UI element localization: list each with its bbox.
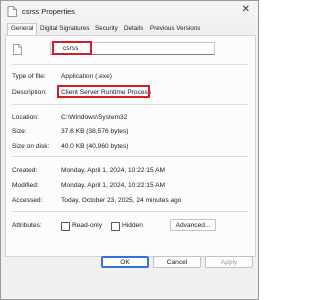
- tab-previous-versions[interactable]: Previous Versions: [150, 25, 200, 32]
- size-on-disk-label: Size on disk:: [12, 143, 50, 150]
- accessed-label: Accessed:: [12, 197, 43, 204]
- apply-button[interactable]: Apply: [205, 256, 253, 268]
- size-label: Size:: [12, 128, 27, 135]
- title-bar: csrss Properties ✕: [1, 1, 258, 23]
- highlight-box-description: [57, 85, 150, 98]
- tab-digital-signatures[interactable]: Digital Signatures: [40, 25, 89, 32]
- divider: [12, 104, 248, 105]
- location-label: Location:: [12, 114, 39, 121]
- readonly-label: Read-only: [72, 222, 103, 229]
- highlight-box-name: [52, 41, 92, 55]
- hidden-checkbox[interactable]: [111, 222, 120, 231]
- tab-strip: General Digital Signatures Security Deta…: [5, 23, 257, 36]
- program-icon: [13, 44, 22, 55]
- advanced-button[interactable]: Advanced...: [170, 219, 216, 231]
- tab-security[interactable]: Security: [95, 25, 118, 32]
- type-value: Application (.exe): [61, 73, 112, 80]
- modified-value: Monday, April 1, 2024, 10:22:15 AM: [61, 182, 165, 189]
- created-value: Monday, April 1, 2024, 10:22:15 AM: [61, 167, 165, 174]
- divider: [12, 64, 248, 65]
- close-icon[interactable]: ✕: [242, 5, 250, 15]
- window-title: csrss Properties: [22, 7, 75, 16]
- type-label: Type of file:: [12, 73, 46, 80]
- cancel-button[interactable]: Cancel: [153, 256, 201, 268]
- modified-label: Modified:: [12, 182, 39, 189]
- attributes-label: Attributes:: [12, 222, 42, 229]
- description-label: Description:: [12, 89, 47, 96]
- readonly-checkbox[interactable]: [61, 222, 70, 231]
- created-label: Created:: [12, 167, 38, 174]
- divider: [12, 156, 248, 157]
- tab-details[interactable]: Details: [124, 25, 143, 32]
- size-value: 37.6 KB (38,576 bytes): [61, 128, 129, 135]
- ok-button[interactable]: OK: [101, 256, 149, 268]
- hidden-label: Hidden: [122, 222, 143, 229]
- size-on-disk-value: 40.0 KB (40,960 bytes): [61, 143, 129, 150]
- file-icon: [7, 6, 17, 17]
- divider: [12, 211, 248, 212]
- accessed-value: Today, October 23, 2025, 24 minutes ago: [61, 197, 182, 204]
- location-value: C:\Windows\System32: [61, 114, 128, 121]
